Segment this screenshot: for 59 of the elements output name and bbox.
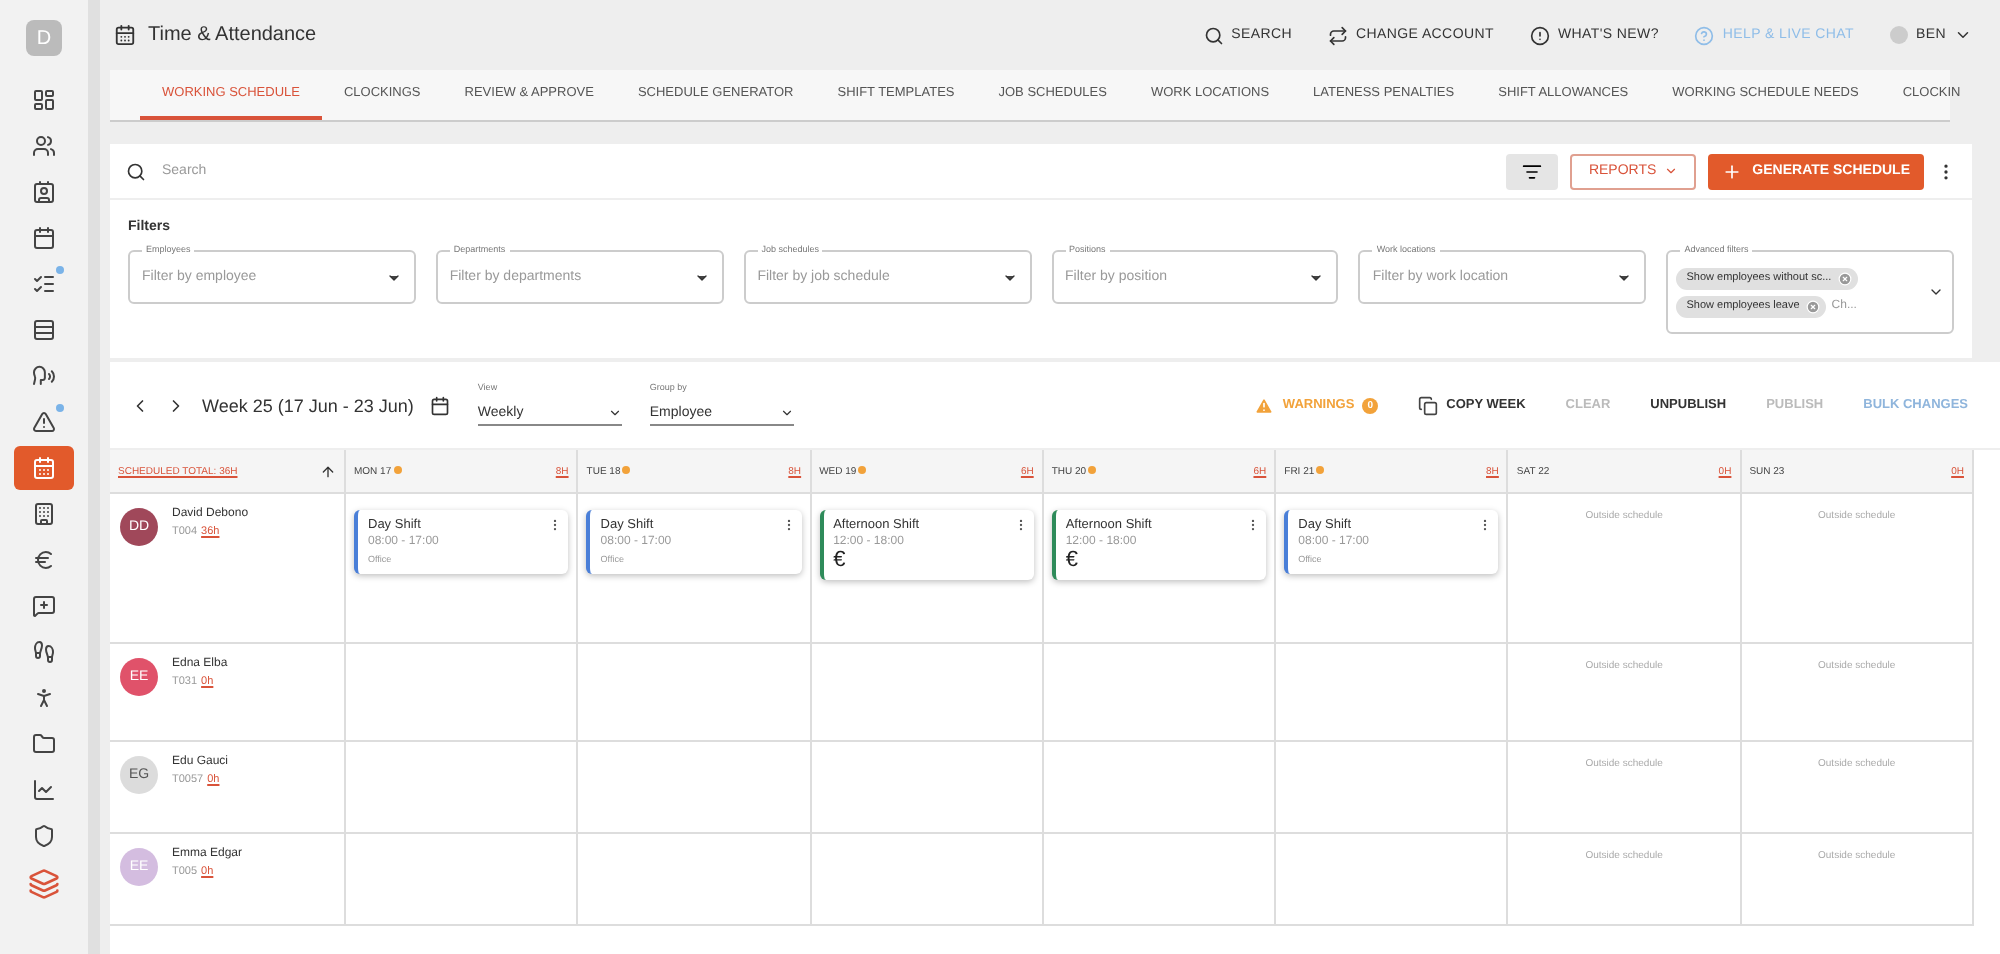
shield-icon: [32, 824, 56, 848]
calendar-icon: [114, 24, 136, 46]
caret-icon: [1664, 164, 1679, 178]
copy-icon: [1418, 395, 1439, 415]
building-icon: [32, 502, 56, 526]
plus-icon: [1722, 161, 1743, 181]
schedule-cell[interactable]: [1276, 644, 1509, 742]
calendar-icon: [32, 226, 56, 250]
week-title: Week 25 (17 Jun - 23 Jun): [202, 395, 414, 415]
remove-icon[interactable]: [1805, 299, 1820, 313]
schedule-cell[interactable]: [811, 834, 1044, 926]
contact-card-icon: [32, 180, 56, 204]
search-icon: [126, 161, 146, 181]
footprints-icon: [32, 640, 56, 664]
alert-icon: [1529, 25, 1550, 45]
caret-icon: [607, 405, 622, 419]
caret-icon: [779, 405, 794, 419]
app-title: Time & Attendance: [148, 24, 317, 46]
sidebar-item[interactable]: [14, 446, 74, 490]
speaking-person-icon: [32, 364, 56, 388]
calendar-icon: [32, 456, 56, 480]
folder-icon: [32, 732, 56, 756]
schedule-cell[interactable]: [1276, 742, 1509, 834]
schedule-cell[interactable]: [1043, 644, 1277, 742]
schedule-cell[interactable]: [811, 742, 1044, 834]
chevron-down-icon: [1954, 26, 1972, 44]
line-chart-icon: [32, 778, 56, 802]
message-icon: [32, 594, 56, 618]
rows-icon: [32, 318, 56, 342]
filter-button[interactable]: [1506, 153, 1559, 189]
filter-icon: [1522, 161, 1543, 181]
schedule-cell[interactable]: [346, 644, 579, 742]
schedule-cell[interactable]: [346, 834, 579, 926]
remove-icon[interactable]: [1837, 271, 1852, 285]
euro-icon: [32, 548, 56, 572]
calendar-icon[interactable]: [429, 395, 450, 415]
schedule-cell[interactable]: [578, 834, 812, 926]
schedule-cell[interactable]: [1043, 834, 1277, 926]
warning-icon: [32, 410, 56, 434]
schedule-cell[interactable]: [346, 742, 579, 834]
checklist-icon: [32, 272, 56, 296]
search-icon: [1203, 25, 1224, 45]
people-icon: [32, 134, 56, 158]
help-icon: [1694, 25, 1715, 45]
allowance-symbol: €: [1065, 548, 1080, 572]
schedule-cell[interactable]: [1276, 834, 1509, 926]
user-avatar: [1890, 26, 1908, 44]
person-icon: [32, 686, 56, 710]
swap-icon: [1328, 25, 1349, 45]
caret-icon: [1928, 284, 1944, 300]
warning-icon: [1254, 395, 1275, 415]
allowance-symbol: €: [833, 548, 848, 572]
logo-icon[interactable]: [28, 868, 60, 900]
schedule-cell[interactable]: [578, 644, 812, 742]
schedule-cell[interactable]: [1043, 742, 1277, 834]
dashboard-icon: [32, 88, 56, 112]
schedule-cell[interactable]: [811, 644, 1044, 742]
sort-icon[interactable]: [320, 463, 336, 479]
schedule-cell[interactable]: [578, 742, 812, 834]
